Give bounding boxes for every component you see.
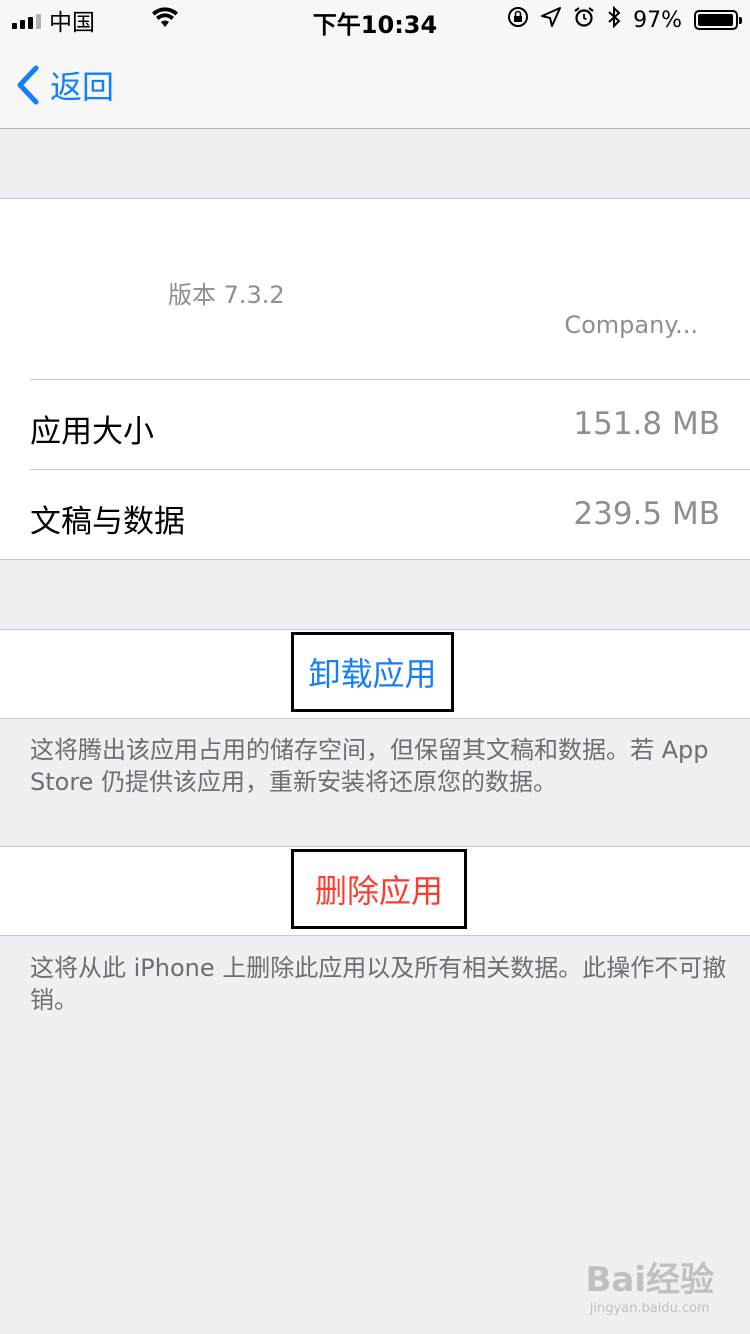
documents-data-row: 文稿与数据 239.5 MB [30, 469, 750, 560]
baidu-watermark: Bai经验 jingyan.baidu.com [585, 1252, 714, 1316]
app-size-value: 151.8 MB [573, 406, 720, 442]
offload-app-button[interactable]: 卸载应用 [291, 632, 454, 712]
battery-fill [698, 14, 733, 26]
documents-data-label: 文稿与数据 [30, 504, 185, 540]
app-version: 版本 7.3.2 [168, 281, 285, 309]
status-bar: 中国 下午10:34 97% [0, 0, 750, 40]
rotation-lock-icon [507, 6, 529, 34]
back-button[interactable]: 返回 [16, 62, 114, 108]
offload-footnote: 这将腾出该应用占用的储存空间，但保留其文稿和数据。若 App Store 仍提供… [30, 736, 709, 796]
alarm-icon [573, 6, 595, 34]
app-company: Company... [564, 311, 698, 339]
status-right: 97% [507, 5, 742, 34]
bluetooth-icon [607, 5, 621, 34]
app-size-label: 应用大小 [30, 414, 154, 450]
battery-cap [739, 17, 742, 24]
app-size-row: 应用大小 151.8 MB [30, 379, 750, 470]
back-label: 返回 [50, 68, 115, 106]
watermark-url: jingyan.baidu.com [589, 1301, 710, 1316]
battery-icon [694, 10, 742, 30]
navigation-bar: 返回 [0, 40, 750, 129]
documents-data-value: 239.5 MB [573, 496, 720, 532]
delete-footnote: 这将从此 iPhone 上删除此应用以及所有相关数据。此操作不可撤销。 [30, 954, 727, 1014]
chevron-left-icon [17, 65, 39, 105]
app-info-section: 版本 7.3.2 Company... 应用大小 151.8 MB 文稿与数据 … [0, 198, 750, 560]
delete-app-button[interactable]: 删除应用 [291, 849, 467, 929]
offload-section: 卸载应用 [0, 629, 750, 719]
battery-percent: 97% [633, 7, 682, 33]
watermark-brand: Bai经验 [585, 1260, 714, 1300]
delete-section: 删除应用 [0, 846, 750, 936]
location-icon [541, 7, 562, 33]
